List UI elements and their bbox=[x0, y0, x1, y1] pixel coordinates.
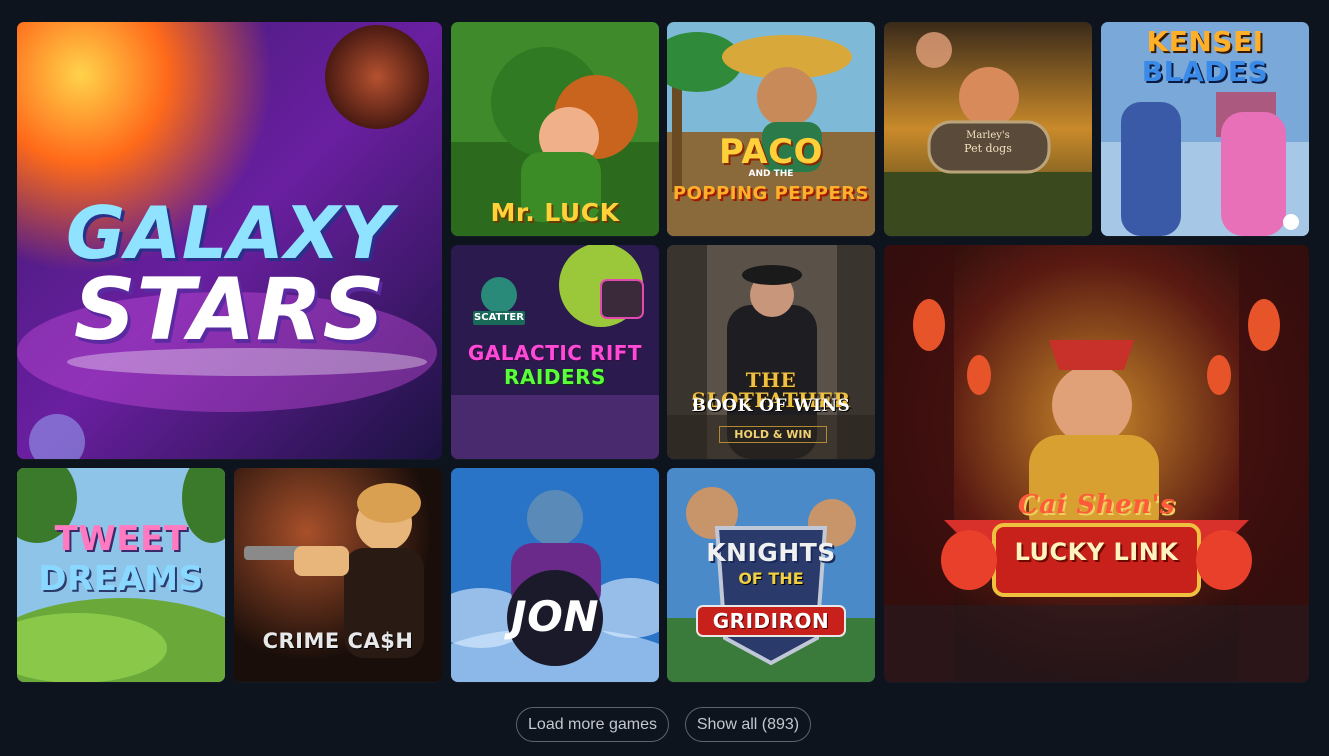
game-title: KNIGHTS bbox=[706, 538, 836, 567]
load-more-games-button[interactable]: Load more games bbox=[516, 707, 669, 742]
game-tile-jon[interactable]: JON bbox=[451, 468, 659, 682]
game-art bbox=[884, 245, 1309, 682]
game-art bbox=[884, 22, 1092, 236]
game-tile-slotfather[interactable]: THE SLOTFATHER BOOK OF WINS HOLD & WIN bbox=[667, 245, 875, 459]
game-title: TWEET bbox=[54, 519, 188, 559]
game-tile-galaxy-stars[interactable]: GALAXY STARS bbox=[17, 22, 442, 459]
game-tile-crime-cash[interactable]: CRIME CA$H bbox=[234, 468, 442, 682]
game-title-line2: BOOK OF WINS bbox=[691, 396, 851, 416]
game-title: GALACTIC RIFT bbox=[467, 341, 643, 365]
game-tile-kensei-blades[interactable]: KENSEI BLADES bbox=[1101, 22, 1309, 236]
game-badge: HOLD & WIN bbox=[719, 426, 827, 443]
game-tile-knights-gridiron[interactable]: KNIGHTS OF THE GRIDIRON bbox=[667, 468, 875, 682]
game-title-line2: GRIDIRON bbox=[712, 609, 830, 633]
game-title-line2: DREAMS bbox=[38, 559, 204, 599]
show-all-games-button[interactable]: Show all (893) bbox=[685, 707, 811, 742]
game-tile-tweet-dreams[interactable]: TWEET DREAMS bbox=[17, 468, 225, 682]
game-title: Cai Shen's bbox=[1017, 490, 1176, 520]
game-title: GALAXY bbox=[65, 191, 394, 275]
game-subtitle-small: OF THE bbox=[738, 569, 804, 588]
game-art bbox=[451, 468, 659, 682]
game-subtitle-small: AND THE bbox=[748, 169, 794, 179]
game-title-line2: BLADES bbox=[1141, 55, 1269, 88]
game-title-line2: STARS bbox=[73, 260, 386, 360]
game-title-line2: RAIDERS bbox=[504, 365, 606, 389]
game-title-line2: Pet dogs bbox=[964, 142, 1012, 155]
game-tile-galactic-rift-raiders[interactable]: SCATTER GALACTIC RIFT RAIDERS bbox=[451, 245, 659, 459]
game-tile-paco[interactable]: PACO AND THE POPPING PEPPERS bbox=[667, 22, 875, 236]
game-title: CRIME CA$H bbox=[262, 629, 414, 653]
game-title: Mr. LUCK bbox=[490, 198, 620, 227]
game-badge: SCATTER bbox=[473, 311, 525, 325]
games-grid: GALAXY STARS Mr. LUCK PACO AND THE POPPI… bbox=[0, 0, 1329, 700]
game-title-line2: POPPING PEPPERS bbox=[672, 183, 870, 204]
game-title: JON bbox=[511, 592, 599, 641]
game-title: PACO bbox=[719, 132, 823, 172]
game-tile-mr-luck[interactable]: Mr. LUCK bbox=[451, 22, 659, 236]
game-title: KENSEI bbox=[1146, 25, 1264, 58]
game-tile-cai-shens-lucky-link[interactable]: Cai Shen's LUCKY LINK bbox=[884, 245, 1309, 682]
game-tile-marleys-pet-dogs[interactable]: Marley's Pet dogs bbox=[884, 22, 1092, 236]
game-title-line2: LUCKY LINK bbox=[1014, 538, 1179, 566]
game-title: Marley's bbox=[966, 130, 1010, 141]
